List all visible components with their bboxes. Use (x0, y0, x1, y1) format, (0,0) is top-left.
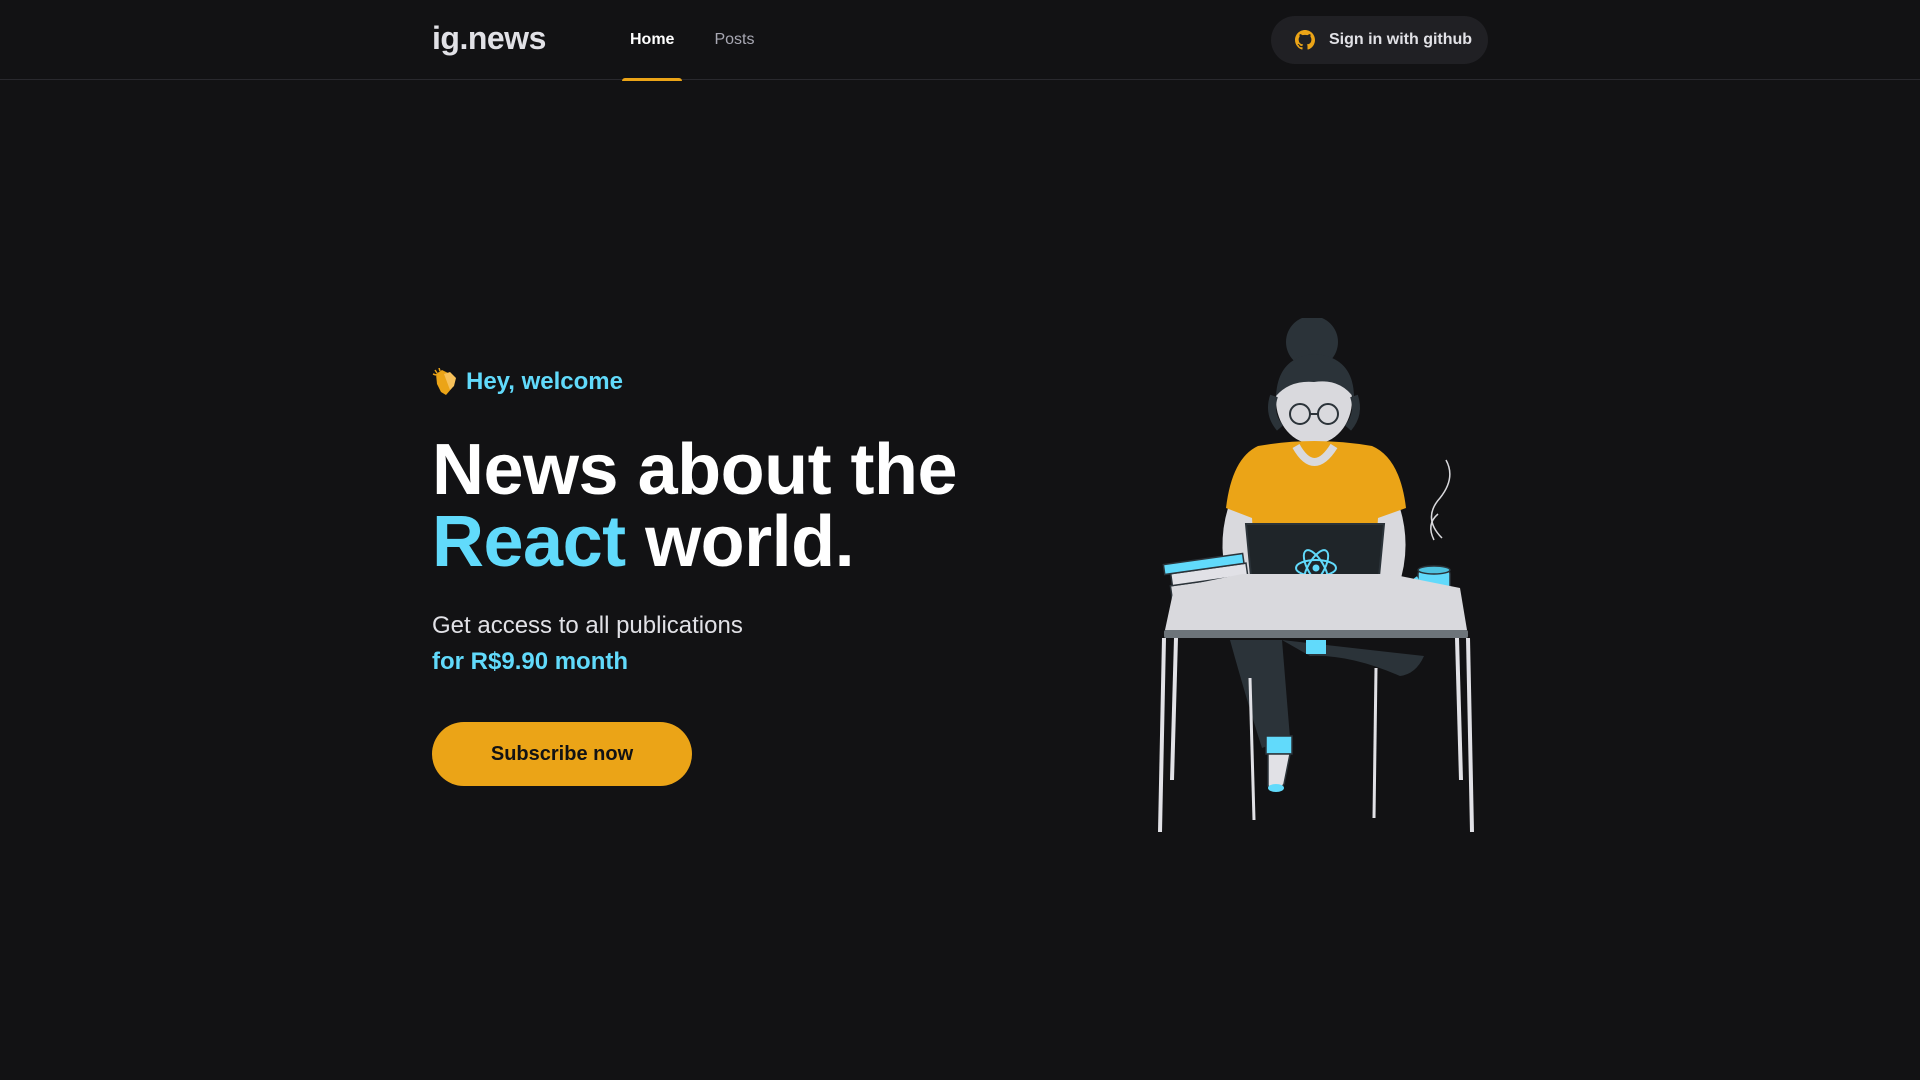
headline-line1: News about the (432, 430, 958, 510)
nav-link-home[interactable]: Home (622, 0, 683, 81)
sign-in-github-button[interactable]: Sign in with github (1271, 16, 1488, 64)
main-nav: Home Posts (622, 0, 786, 81)
subtitle: Get access to all publications for R$9.9… (432, 608, 1032, 680)
sign-in-label: Sign in with github (1329, 31, 1473, 48)
headline: News about the React world. (432, 434, 1032, 578)
nav-link-posts[interactable]: Posts (706, 0, 762, 80)
header-content: ig.news Home Posts Sign in with github (432, 0, 1488, 81)
github-icon (1295, 30, 1315, 50)
subtitle-text: Get access to all publications (432, 612, 743, 639)
logo[interactable]: ig.news (432, 20, 546, 57)
welcome-line: Hey, welcome (432, 368, 1032, 396)
subscribe-button[interactable]: Subscribe now (432, 722, 692, 786)
headline-accent: React (432, 502, 626, 582)
headline-rest: world. (625, 502, 855, 582)
welcome-text: Hey, welcome (466, 368, 623, 395)
hero-text: Hey, welcome News about the React world.… (432, 368, 1032, 786)
developer-avatar-illustration (1158, 318, 1474, 833)
price-text: for R$9.90 month (432, 648, 629, 675)
header: ig.news Home Posts Sign in with github (0, 0, 1920, 81)
clapping-hands-icon (432, 368, 456, 395)
